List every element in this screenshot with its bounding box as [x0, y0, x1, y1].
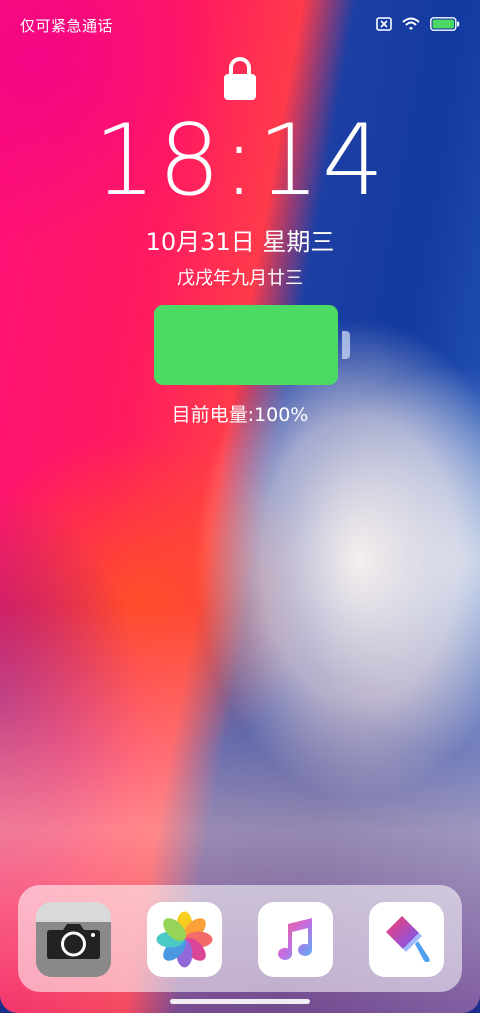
photos-app[interactable] [147, 902, 222, 977]
status-bar: 仅可紧急通话 [0, 0, 480, 50]
charging-battery-tip [342, 331, 350, 359]
charging-battery-visual [154, 305, 338, 385]
music-icon [278, 918, 312, 960]
dock [18, 885, 462, 992]
camera-icon [36, 902, 111, 977]
battery-icon [430, 17, 460, 31]
lunar-date: 戊戌年九月廿三 [177, 268, 303, 289]
date: 10月31日 星期三 [145, 228, 335, 256]
lock-icon [224, 57, 256, 100]
home-indicator[interactable] [170, 999, 310, 1004]
carrier-text: 仅可紧急通话 [20, 17, 114, 35]
paintbrush-icon [386, 916, 430, 962]
music-app[interactable] [258, 902, 333, 977]
status-icons [376, 17, 460, 31]
battery-level-text: 目前电量:100% [171, 404, 309, 426]
camera-app[interactable] [36, 902, 111, 977]
wifi-icon [402, 17, 420, 30]
photos-icon [156, 911, 213, 968]
no-sim-icon [376, 17, 392, 31]
theme-app[interactable] [369, 902, 444, 977]
clock: 18:14 [93, 104, 387, 218]
